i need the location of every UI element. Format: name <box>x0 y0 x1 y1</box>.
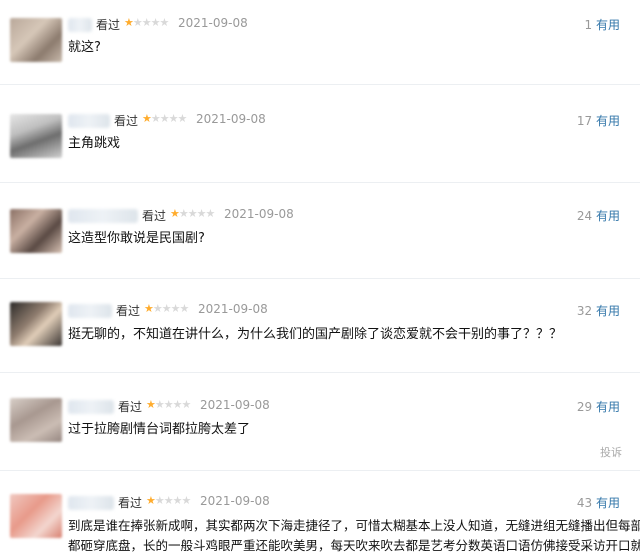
watch-status: 看过 <box>114 114 139 128</box>
user-avatar[interactable] <box>10 114 62 158</box>
star-rating: ★★★★★ <box>146 398 191 411</box>
star-rating: ★★★★★ <box>124 16 169 29</box>
user-avatar[interactable] <box>10 18 62 62</box>
review-content: 主角跳戏 <box>68 136 121 151</box>
review-date: 2021-09-08 <box>224 207 294 221</box>
username[interactable] <box>68 304 112 318</box>
user-avatar[interactable] <box>10 398 62 442</box>
review-content-line-1: 到底是谁在捧张新成啊，其实都两次下海走捷径了，可惜太糊基本上没人知道，无缝进组无… <box>68 518 640 533</box>
watch-status: 看过 <box>118 496 143 510</box>
review-content: 挺无聊的，不知道在讲什么，为什么我们的国产剧除了谈恋爱就不会干别的事了？？？ <box>68 327 563 342</box>
user-avatar[interactable] <box>10 494 62 538</box>
useful-button[interactable]: 有用 <box>596 304 620 318</box>
watch-status: 看过 <box>116 304 141 318</box>
useful-button[interactable]: 有用 <box>596 114 620 128</box>
useful-votes[interactable]: 17 有用 <box>577 112 620 129</box>
useful-votes[interactable]: 24 有用 <box>577 207 620 224</box>
review-date: 2021-09-08 <box>200 494 270 508</box>
useful-button[interactable]: 有用 <box>596 496 620 510</box>
review-date: 2021-09-08 <box>196 112 266 126</box>
user-avatar[interactable] <box>10 302 62 346</box>
review-date: 2021-09-08 <box>200 398 270 412</box>
useful-button[interactable]: 有用 <box>596 18 620 32</box>
username[interactable] <box>68 114 110 128</box>
divider <box>0 470 640 471</box>
divider <box>0 182 640 183</box>
review-date: 2021-09-08 <box>178 16 248 30</box>
useful-votes[interactable]: 43 有用 <box>577 494 620 511</box>
username[interactable] <box>68 496 114 510</box>
username[interactable] <box>68 18 92 32</box>
watch-status: 看过 <box>118 400 143 414</box>
star-rating: ★★★★★ <box>146 494 191 507</box>
useful-button[interactable]: 有用 <box>596 400 620 414</box>
user-avatar[interactable] <box>10 209 62 253</box>
review-content: 过于拉胯剧情台词都拉胯太差了 <box>68 422 251 437</box>
watch-status: 看过 <box>96 18 121 32</box>
username[interactable] <box>68 209 138 223</box>
useful-votes[interactable]: 29 有用 <box>577 398 620 415</box>
report-button[interactable]: 投诉 <box>600 444 622 460</box>
review-date: 2021-09-08 <box>198 302 268 316</box>
divider <box>0 372 640 373</box>
useful-button[interactable]: 有用 <box>596 209 620 223</box>
useful-votes[interactable]: 32 有用 <box>577 302 620 319</box>
useful-votes[interactable]: 1 有用 <box>585 16 620 33</box>
username[interactable] <box>68 400 114 414</box>
watch-status: 看过 <box>142 209 167 223</box>
divider <box>0 84 640 85</box>
star-rating: ★★★★★ <box>142 112 187 125</box>
star-rating: ★★★★★ <box>144 302 189 315</box>
star-rating: ★★★★★ <box>170 207 215 220</box>
review-content-line-2: 都砸穿底盘，长的一般斗鸡眼严重还能吹美男，每天吹来吹去都是艺考分数英语口语仿佛接… <box>68 538 640 553</box>
divider <box>0 278 640 279</box>
review-content: 就这? <box>68 40 101 55</box>
review-content: 这造型你敢说是民国剧? <box>68 231 205 246</box>
